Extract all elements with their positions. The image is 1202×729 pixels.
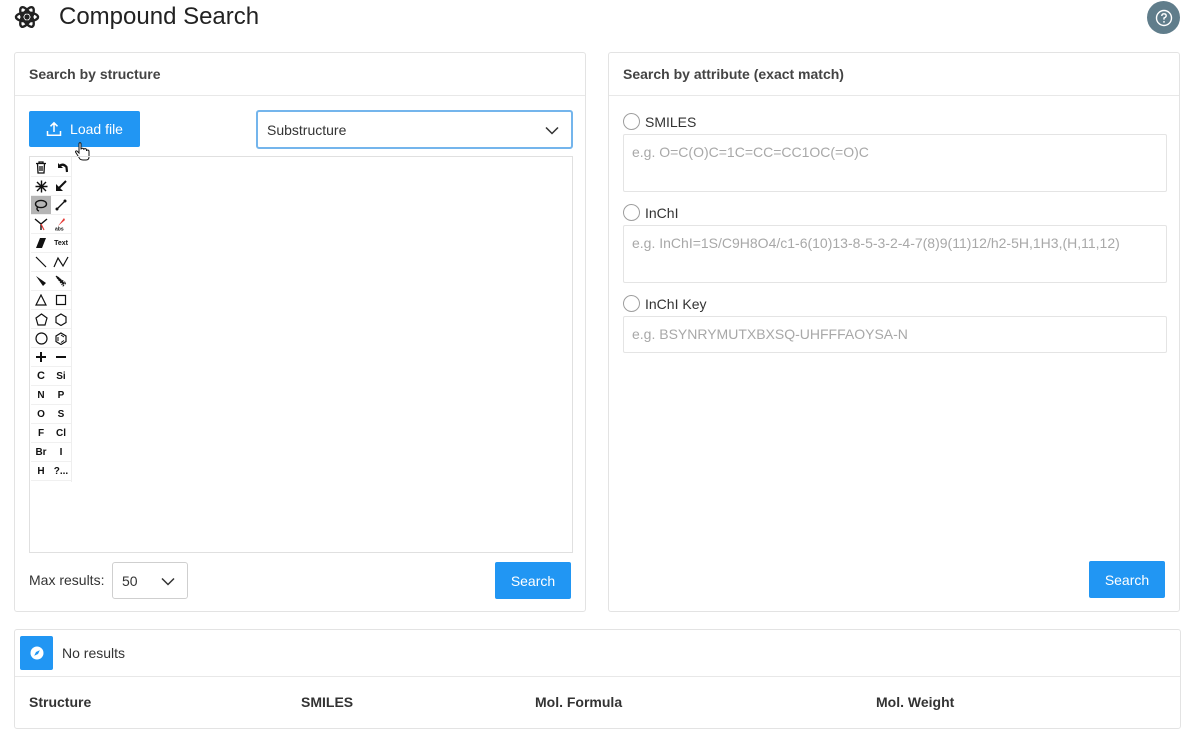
single-bond-tool[interactable] <box>31 253 51 272</box>
charge-plus-tool[interactable] <box>31 348 51 367</box>
element-c[interactable]: C <box>31 367 51 386</box>
search-type-value: Substructure <box>267 121 347 138</box>
chain-tool[interactable] <box>51 253 71 272</box>
hexagon-tool[interactable] <box>51 310 71 329</box>
bond-tool[interactable] <box>51 196 71 215</box>
asterisk-icon <box>35 180 47 192</box>
help-button[interactable] <box>1147 1 1180 34</box>
element-cl[interactable]: Cl <box>51 424 71 443</box>
chevron-down-icon <box>545 126 559 135</box>
col-mol-weight: Mol. Weight <box>876 694 955 710</box>
results-panel: No results Structure SMILES Mol. Formula… <box>14 629 1181 729</box>
hash-bond-tool[interactable] <box>51 272 71 291</box>
results-icon-box <box>20 636 53 670</box>
element-n[interactable]: N <box>31 386 51 405</box>
col-smiles: SMILES <box>301 694 354 710</box>
octagon-icon <box>34 331 48 345</box>
element-o[interactable]: O <box>31 405 51 424</box>
minus-icon <box>56 356 66 358</box>
lasso-icon <box>34 199 48 212</box>
benzene-tool[interactable] <box>51 329 71 348</box>
max-results-select[interactable]: 50 <box>112 562 188 599</box>
smiles-label: SMILES <box>645 114 697 130</box>
inchi-radio[interactable] <box>623 204 640 221</box>
atom-gear-icon <box>14 6 40 28</box>
structure-search-panel: Search by structure Load file Substructu… <box>14 52 586 612</box>
search-type-select[interactable]: Substructure <box>256 110 573 149</box>
pentagon-icon <box>34 312 48 326</box>
element-other[interactable]: ?... <box>51 462 71 481</box>
inchi-key-field[interactable]: e.g. BSYNRYMUTXBXSQ-UHFFFAOYSA-N <box>623 316 1167 353</box>
col-structure: Structure <box>29 694 92 710</box>
eraser-icon <box>36 238 46 248</box>
undo-icon <box>57 163 68 173</box>
results-status: No results <box>62 645 126 661</box>
abs-stereo-tool[interactable]: abs <box>51 215 71 234</box>
fragment-tool[interactable] <box>31 215 51 234</box>
header: Compound Search <box>0 0 1202 36</box>
svg-text:abs: abs <box>55 227 64 232</box>
square-tool[interactable] <box>51 291 71 310</box>
attribute-search-button[interactable]: Search <box>1089 561 1165 598</box>
element-i[interactable]: I <box>51 443 71 462</box>
eraser-tool[interactable] <box>31 234 51 253</box>
arrow-tool[interactable] <box>51 177 71 196</box>
bond-line-icon <box>55 199 67 211</box>
hexagon-icon <box>55 312 67 326</box>
smiles-radio[interactable] <box>623 113 640 130</box>
arrow-down-left-icon <box>56 180 67 191</box>
triangle-icon <box>35 294 47 306</box>
smiles-placeholder: e.g. O=C(O)C=1C=CC=CC1OC(=O)C <box>632 144 869 160</box>
upload-icon <box>46 121 62 137</box>
inchi-key-placeholder: e.g. BSYNRYMUTXBXSQ-UHFFFAOYSA-N <box>632 326 908 342</box>
trash-icon <box>36 160 46 174</box>
branch-icon <box>34 217 48 230</box>
editor-toolbar: abs Text C Si N P O S F Cl Br I H ?... <box>30 157 72 482</box>
benzene-icon <box>55 331 67 345</box>
help-circle-icon <box>1155 9 1172 26</box>
smiles-field[interactable]: e.g. O=C(O)C=1C=CC=CC1OC(=O)C <box>623 134 1167 192</box>
stereo-abs-icon: abs <box>55 218 65 232</box>
structure-panel-title: Search by structure <box>15 53 585 96</box>
plus-icon <box>36 352 46 362</box>
element-br[interactable]: Br <box>31 443 51 462</box>
wedge-icon <box>36 276 46 286</box>
col-mol-formula: Mol. Formula <box>535 694 623 710</box>
explicit-h-tool[interactable] <box>31 177 51 196</box>
inchi-placeholder: e.g. InChI=1S/C9H8O4/c1-6(10)13-8-5-3-2-… <box>632 235 1120 251</box>
single-bond-icon <box>35 256 47 268</box>
structure-editor-canvas[interactable]: abs Text C Si N P O S F Cl Br I H ?... <box>29 156 573 553</box>
results-divider <box>15 676 1180 677</box>
element-p[interactable]: P <box>51 386 71 405</box>
compass-icon <box>30 646 43 660</box>
attribute-search-panel: Search by attribute (exact match) SMILES… <box>608 52 1180 612</box>
attribute-panel-title: Search by attribute (exact match) <box>609 53 1179 96</box>
load-file-label: Load file <box>70 121 123 137</box>
lasso-tool[interactable] <box>31 196 51 215</box>
element-h[interactable]: H <box>31 462 51 481</box>
square-icon <box>55 294 67 306</box>
charge-minus-tool[interactable] <box>51 348 71 367</box>
cyclohexane-tool[interactable] <box>31 329 51 348</box>
structure-search-button[interactable]: Search <box>495 562 571 599</box>
element-si[interactable]: Si <box>51 367 71 386</box>
page-title: Compound Search <box>59 3 260 30</box>
wedge-bond-tool[interactable] <box>31 272 51 291</box>
inchi-field[interactable]: e.g. InChI=1S/C9H8O4/c1-6(10)13-8-5-3-2-… <box>623 225 1167 283</box>
element-s[interactable]: S <box>51 405 71 424</box>
inchi-key-label: InChI Key <box>645 296 707 312</box>
max-results-value: 50 <box>122 572 138 589</box>
max-results-label: Max results: <box>29 572 105 588</box>
element-f[interactable]: F <box>31 424 51 443</box>
inchi-label: InChI <box>645 205 679 221</box>
pentagon-tool[interactable] <box>31 310 51 329</box>
hashed-wedge-icon <box>55 275 67 287</box>
triangle-tool[interactable] <box>31 291 51 310</box>
text-tool[interactable]: Text <box>51 234 71 253</box>
undo-tool[interactable] <box>51 158 71 177</box>
inchi-key-radio[interactable] <box>623 295 640 312</box>
chevron-down-icon <box>161 577 175 586</box>
chain-icon <box>53 256 69 268</box>
delete-tool[interactable] <box>31 158 51 177</box>
